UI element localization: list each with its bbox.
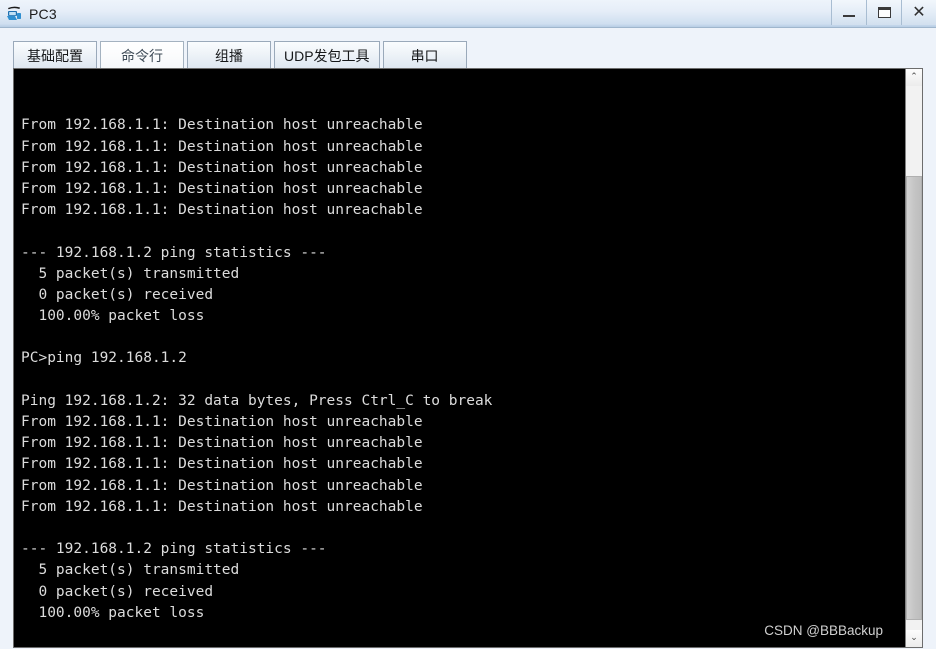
maximize-button[interactable] — [866, 0, 901, 25]
tab-label: 命令行 — [121, 47, 163, 64]
tab-label: 基础配置 — [27, 47, 83, 64]
terminal-line: --- 192.168.1.2 ping statistics --- — [21, 541, 327, 558]
terminal-line: From 192.168.1.1: Destination host unrea… — [21, 159, 423, 176]
terminal-line: From 192.168.1.1: Destination host unrea… — [21, 202, 423, 219]
terminal-line: 0 packet(s) received — [21, 583, 214, 600]
window-title-text: PC3 — [29, 5, 57, 22]
tab-command-line[interactable]: 命令行 — [100, 41, 184, 69]
maximize-icon — [877, 7, 891, 18]
terminal-line: Ping 192.168.1.2: 32 data bytes, Press C… — [21, 392, 493, 409]
close-icon: ✕ — [912, 3, 926, 21]
tab-udp-tool[interactable]: UDP发包工具 — [274, 41, 380, 69]
terminal-line: From 192.168.1.1: Destination host unrea… — [21, 117, 423, 134]
terminal-line: From 192.168.1.1: Destination host unrea… — [21, 498, 423, 515]
terminal-line: From 192.168.1.1: Destination host unrea… — [21, 414, 423, 431]
terminal-line: 5 packet(s) transmitted — [21, 265, 240, 282]
tab-serial-port[interactable]: 串口 — [382, 41, 467, 69]
scrollbar-track[interactable] — [906, 86, 922, 630]
tab-basic-config[interactable]: 基础配置 — [13, 41, 97, 69]
terminal-line: 100.00% packet loss — [21, 308, 205, 325]
terminal-panel: From 192.168.1.1: Destination host unrea… — [13, 68, 923, 648]
terminal-line: --- 192.168.1.2 ping statistics --- — [21, 244, 327, 261]
terminal-line: 5 packet(s) transmitted — [21, 562, 240, 579]
terminal-line: From 192.168.1.1: Destination host unrea… — [21, 477, 423, 494]
minimize-button[interactable] — [831, 0, 866, 25]
scroll-up-arrow-icon[interactable]: ⌃ — [906, 69, 922, 86]
scroll-down-arrow-icon[interactable]: ⌄ — [906, 630, 922, 647]
window-title-group: PC3 — [0, 4, 57, 23]
terminal-line: 0 packet(s) received — [21, 286, 214, 303]
tab-label: 组播 — [215, 47, 243, 64]
tab-bar: 基础配置 命令行 组播 UDP发包工具 串口 — [0, 28, 936, 69]
terminal-output[interactable]: From 192.168.1.1: Destination host unrea… — [14, 69, 905, 647]
scrollbar-thumb[interactable] — [906, 176, 922, 620]
terminal-line: From 192.168.1.1: Destination host unrea… — [21, 138, 423, 155]
terminal-line: PC>ping 192.168.1.2 — [21, 350, 187, 367]
terminal-scrollbar[interactable]: ⌃ ⌄ — [905, 69, 922, 647]
tab-label: 串口 — [410, 47, 439, 64]
window-controls: ✕ — [831, 0, 936, 26]
close-button[interactable]: ✕ — [901, 0, 936, 25]
terminal-line-list: From 192.168.1.1: Destination host unrea… — [21, 115, 905, 647]
tab-multicast[interactable]: 组播 — [187, 41, 271, 69]
window-titlebar: PC3 ✕ — [0, 0, 936, 28]
minimize-icon — [843, 14, 855, 17]
terminal-line: From 192.168.1.1: Destination host unrea… — [21, 180, 423, 197]
terminal-line: 100.00% packet loss — [21, 604, 205, 621]
pc-device-icon — [5, 4, 24, 23]
terminal-line: From 192.168.1.1: Destination host unrea… — [21, 435, 423, 452]
pc3-console-window: PC3 ✕ 基础配置 命令行 组播 UDP发包工具 串口 From 192.16… — [0, 0, 936, 649]
tab-label: UDP发包工具 — [284, 47, 370, 64]
terminal-line: From 192.168.1.1: Destination host unrea… — [21, 456, 423, 473]
